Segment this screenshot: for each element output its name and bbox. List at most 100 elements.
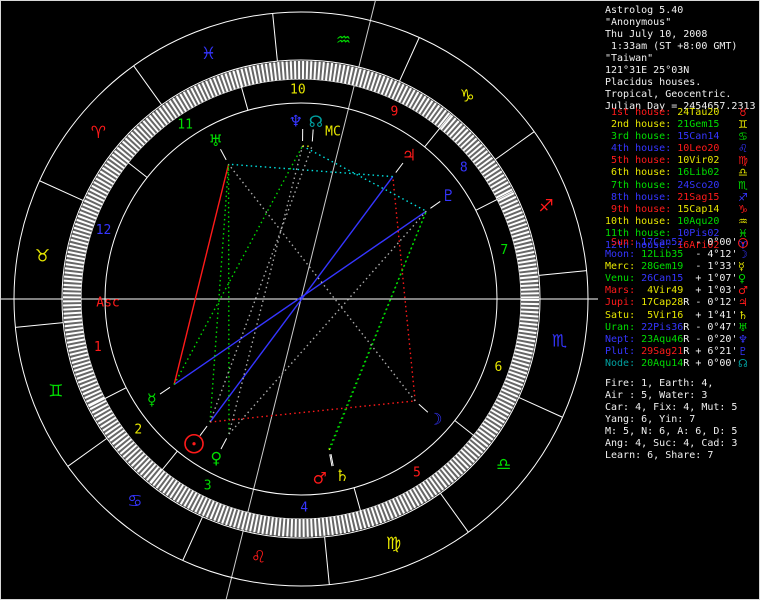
planet-row-Venu: Venu: 26Can15 + 1°07' ♀ xyxy=(605,272,747,286)
planet-pointer-uranus xyxy=(220,149,227,161)
planet-glyph-uranus: ♅ xyxy=(209,131,223,150)
zodiac-glyph-icon: ♐ xyxy=(539,197,554,217)
stats-line-2: Car: 4, Fix: 4, Mut: 5 xyxy=(605,402,738,413)
sign-boundary-line xyxy=(182,516,203,561)
header-line-4: "Taiwan" xyxy=(605,53,654,64)
sign-boundary-line xyxy=(439,492,469,533)
planet-glyph-pluto: ♇ xyxy=(441,186,455,205)
zodiac-glyph-icon: ♉ xyxy=(35,247,50,267)
zodiac-glyph-icon: ♑ xyxy=(459,86,474,106)
zodiac-glyph-icon: ♋ xyxy=(127,492,142,512)
planet-row-Moon: Moon: 12Lib35 - 4°12' ☽ xyxy=(605,248,748,262)
planet-glyph-node: ☊ xyxy=(309,112,323,131)
info-panel: Astrolog 5.40 "Anonymous" Thu July 10, 200… xyxy=(603,1,759,599)
planet-pointer-moon xyxy=(418,403,429,413)
aspect-line-sun-moon xyxy=(209,400,416,423)
header-line-7: Tropical, Geocentric. xyxy=(605,89,732,100)
stats-line-0: Fire: 1, Earth: 4, xyxy=(605,378,714,389)
planet-glyph-icon: ☊ xyxy=(738,356,748,370)
house-number-9: 9 xyxy=(390,105,398,120)
planet-glyph-sun-dot xyxy=(192,442,196,446)
planet-row-Nept: Nept: 23Aqu46R - 0°20' ♆ xyxy=(605,332,748,346)
house-cusp-table: 1st house: 24Tau20 ♉ 2nd house: 21Gem15 ♊ … xyxy=(605,106,748,252)
planet-row-Jupi: Jupi: 17Cap28R - 0°12' ♃ xyxy=(605,296,748,310)
planet-pointer-node xyxy=(311,129,314,142)
header-line-2: Thu July 10, 2008 xyxy=(605,29,708,40)
stats-line-1: Air : 5, Water: 3 xyxy=(605,390,708,401)
aspect-line-sun-node xyxy=(209,146,313,423)
house-number-5: 5 xyxy=(413,465,421,480)
planet-row-Sun: Sun: 17Can52 - 0°00' xyxy=(605,237,748,249)
aspect-line-moon-uranus xyxy=(227,163,416,402)
zodiac-glyph-icon: ♒ xyxy=(336,30,351,50)
zodiac-glyph-icon: ♈ xyxy=(91,123,106,143)
chart-wheel: ♈♉♊♋♌♍♎♏♐♑♒♓123456789101112☽☿♀♂♃♄♅♆♇☊Asc… xyxy=(1,1,598,599)
aspect-line-moon-jupiter xyxy=(392,176,416,401)
planet-glyph-saturn: ♄ xyxy=(335,466,349,485)
sign-boundary-line xyxy=(518,397,563,418)
planet-row-Node: Node: 20Aqu14R + 0°00' ☊ xyxy=(605,356,748,370)
planet-glyph-icon: ♅ xyxy=(738,320,748,334)
sign-boundary-line xyxy=(399,37,420,82)
astrolog-window: ♈ ♉ ♊ ♋ ♌ ♍ ♎ ♏ ♐ ♑ ♒ ♓ 1 2 3 4 5 6 7 8 9 10 11 12 ☽ ☿ ♀ ♂ ♃ ♄ ♅ ♆ ♇ ☊ Asc… xyxy=(0,0,760,600)
planet-pointer-pluto xyxy=(430,201,441,209)
sign-boundary-line xyxy=(133,65,163,106)
planet-glyph-icon: ♆ xyxy=(738,332,748,346)
zodiac-glyph-icon: ♌ xyxy=(251,548,266,568)
aspect-line-mercury-neptune xyxy=(173,145,304,385)
aspect-line-jupiter-uranus xyxy=(228,163,393,178)
header-line-1: "Anonymous" xyxy=(605,17,672,28)
house-row-4: 4th house: 10Leo20 ♌ xyxy=(605,142,748,156)
zodiac-glyph-icon: ♏ xyxy=(552,331,567,351)
house-row-8: 8th house: 21Sag15 ♐ xyxy=(605,190,748,204)
house-row-3: 3rd house: 15Can14 ♋ xyxy=(605,130,748,144)
zodiac-glyph-icon: ♓ xyxy=(201,44,216,64)
stats-line-5: Ang: 4, Suc: 4, Cad: 3 xyxy=(605,438,738,449)
house-number-8: 8 xyxy=(460,160,468,175)
house-row-10: 10th house: 10Aqu20 ♒ xyxy=(605,214,748,228)
house-row-5: 5th house: 10Vir02 ♍ xyxy=(605,154,748,168)
aspect-line-mercury-pluto xyxy=(173,210,427,386)
house-number-7: 7 xyxy=(500,243,508,258)
house-number-4: 4 xyxy=(300,500,308,515)
axis-label-asc: Asc xyxy=(96,296,119,311)
aspect-line-venus-neptune xyxy=(228,145,304,435)
planet-glyph-venus: ♀ xyxy=(210,448,222,467)
sign-boundary-line xyxy=(67,437,108,467)
house-number-11: 11 xyxy=(177,118,193,133)
house-number-12: 12 xyxy=(96,223,112,238)
planet-row-Satu: Satu: 5Vir16 + 1°41' ♄ xyxy=(605,308,748,322)
stats-line-4: M: 5, N: 6, A: 6, D: 5 xyxy=(605,426,738,437)
house-number-6: 6 xyxy=(495,360,503,375)
aspect-line-venus-pluto xyxy=(228,210,427,435)
header-line-6: Placidus houses. xyxy=(605,77,702,88)
zodiac-glyph-icon: ♍ xyxy=(386,534,401,554)
house-row-6: 6th house: 16Lib02 ♎ xyxy=(605,166,748,180)
sign-glyph-icon: ♏ xyxy=(738,178,748,192)
sign-boundary-line xyxy=(272,13,278,62)
header-line-0: Astrolog 5.40 xyxy=(605,5,684,16)
planet-pointer-sun xyxy=(199,425,208,437)
sign-boundary-line xyxy=(15,322,64,328)
planet-glyph-neptune: ♆ xyxy=(289,112,303,131)
planet-pointer-mercury xyxy=(159,386,171,395)
house-number-1: 1 xyxy=(94,340,102,355)
planet-row-Uran: Uran: 22Pis36R - 0°47' ♅ xyxy=(605,320,748,334)
sign-boundary-line xyxy=(39,180,84,201)
sign-glyph-icon: ♐ xyxy=(738,190,748,204)
zodiac-glyph-icon: ♊ xyxy=(48,381,63,401)
planet-position-table: Sun: 17Can52 - 0°00' Moon: 12Lib35 - 4°12… xyxy=(605,237,748,370)
header-line-3: 1:33am (ST +8:00 GMT) xyxy=(605,41,738,52)
planet-glyph-mars: ♂ xyxy=(313,468,327,487)
planet-row-Plut: Plut: 29Sag21R + 6°21' ♇ xyxy=(605,344,748,358)
house-row-1: 1st house: 24Tau20 ♉ xyxy=(605,106,748,119)
chart-header: Astrolog 5.40 "Anonymous" Thu July 10, 200… xyxy=(605,5,756,113)
zodiac-glyph-icon: ♎ xyxy=(496,455,511,475)
planet-row-Mars: Mars: 4Vir49 + 1°03' ♂ xyxy=(605,284,748,298)
house-number-2: 2 xyxy=(134,423,142,438)
planet-glyph-moon: ☽ xyxy=(428,409,442,428)
stats-line-6: Learn: 6, Share: 7 xyxy=(605,450,714,461)
stats-line-3: Yang: 6, Yin: 7 xyxy=(605,414,696,425)
house-row-7: 7th house: 24Sco20 ♏ xyxy=(605,178,748,192)
planet-glyph-jupiter: ♃ xyxy=(402,145,416,164)
